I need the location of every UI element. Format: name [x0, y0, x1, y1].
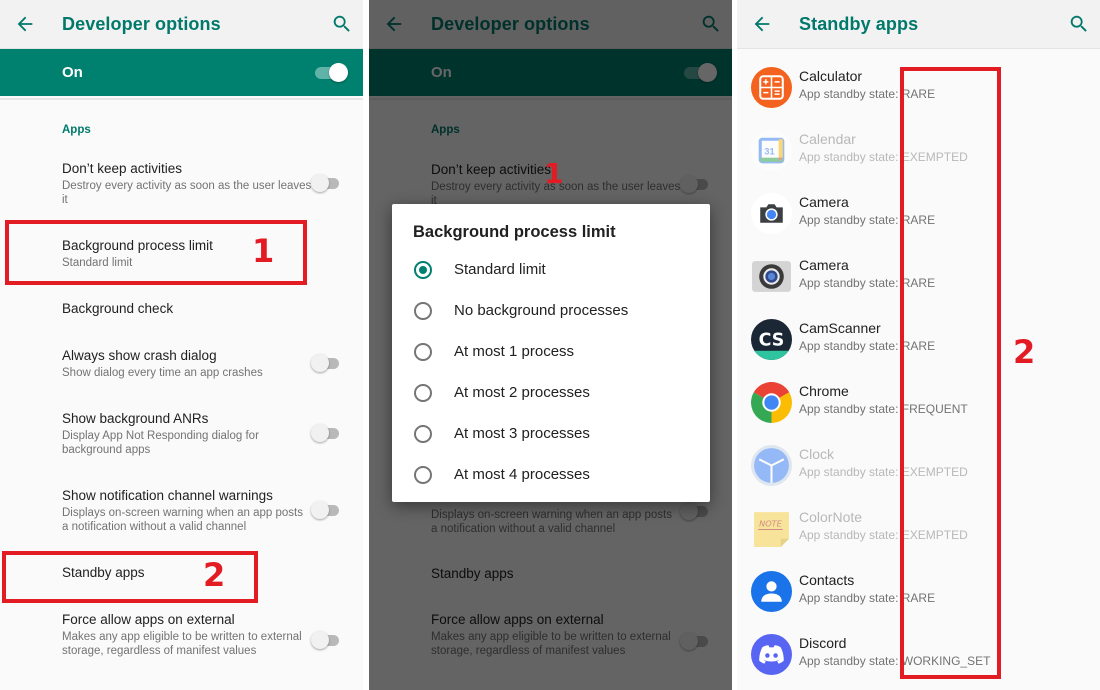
option-at-most-2[interactable]: At most 2 processes [392, 373, 710, 413]
page-title: Developer options [62, 14, 221, 34]
camscanner-icon: CS [751, 319, 792, 360]
annotation-number-1: 1 [252, 232, 275, 270]
annotation-number-2: 2 [203, 556, 226, 594]
divider [0, 98, 363, 100]
app-name: Camera [799, 257, 849, 273]
contacts-icon [751, 571, 792, 612]
pref-force-allow-external[interactable]: Force allow apps on external Makes any a… [62, 611, 312, 658]
option-standard-limit[interactable]: Standard limit [392, 250, 710, 290]
master-switch-bar[interactable]: On [0, 49, 363, 96]
svg-text:CS: CS [759, 331, 785, 351]
background-anrs-toggle[interactable] [311, 423, 341, 443]
pref-dont-keep-activities[interactable]: Don’t keep activities Destroy every acti… [62, 160, 312, 207]
pref-notification-channel-warnings[interactable]: Show notification channel warnings Displ… [62, 487, 312, 534]
app-name: Clock [799, 446, 835, 462]
master-switch-thumb[interactable] [329, 63, 348, 82]
page-title: Standby apps [799, 14, 919, 34]
developer-options-screen: Developer options On Apps Don’t keep act… [0, 0, 363, 690]
radio-unselected[interactable] [414, 302, 432, 320]
search-icon[interactable] [1068, 13, 1090, 35]
app-name: Chrome [799, 383, 849, 399]
background-process-limit-dialog: Background process limit Standard limit … [392, 204, 710, 502]
master-switch-label: On [62, 64, 83, 81]
option-label: At most 3 processes [454, 425, 590, 442]
pref-summary: Show dialog every time an app crashes [62, 367, 263, 379]
pref-summary: Destroy every activity as soon as the us… [62, 180, 312, 206]
app-name: Discord [799, 635, 847, 651]
app-name: ColorNote [799, 509, 863, 525]
app-name: Camera [799, 194, 849, 210]
app-bar: Standby apps [737, 0, 1100, 49]
back-arrow-icon[interactable] [751, 13, 773, 35]
option-no-background-processes[interactable]: No background processes [392, 291, 710, 331]
camera-icon [751, 193, 792, 234]
option-label: At most 1 process [454, 343, 575, 360]
app-name: Calendar [799, 131, 856, 147]
annotation-number-1: 1 [544, 157, 564, 190]
annotation-number-2: 2 [1013, 333, 1036, 371]
search-icon[interactable] [331, 13, 353, 35]
dont-keep-activities-toggle[interactable] [311, 173, 341, 193]
radio-selected[interactable] [414, 261, 432, 279]
pref-title: Force allow apps on external [62, 612, 235, 627]
radio-unselected[interactable] [414, 425, 432, 443]
pref-title: Show notification channel warnings [62, 488, 273, 503]
app-name: Contacts [799, 572, 855, 588]
background-process-limit-dialog-screen: Developer options On Apps Don’t keep act… [369, 0, 732, 690]
app-bar: Developer options [0, 0, 363, 49]
annotation-box-2 [900, 67, 1001, 679]
section-header-apps: Apps [62, 124, 91, 136]
app-name: CamScanner [799, 320, 881, 336]
radio-unselected[interactable] [414, 466, 432, 484]
svg-text:31: 31 [764, 147, 774, 157]
standby-apps-screen: Standby apps Calculator App standby stat… [737, 0, 1100, 690]
notification-warnings-toggle[interactable] [311, 500, 341, 520]
calendar-icon: 31 [751, 130, 792, 171]
crash-dialog-toggle[interactable] [311, 353, 341, 373]
pref-summary: Display App Not Responding dialog for ba… [62, 430, 259, 456]
option-at-most-3[interactable]: At most 3 processes [392, 414, 710, 454]
calculator-icon [751, 67, 792, 108]
pref-show-background-anrs[interactable]: Show background ANRs Display App Not Res… [62, 410, 312, 457]
clock-icon [751, 445, 792, 486]
pref-summary: Displays on-screen warning when an app p… [62, 507, 303, 533]
pref-title: Background check [62, 301, 174, 316]
pref-background-check[interactable]: Background check [62, 300, 312, 317]
back-arrow-icon[interactable] [14, 13, 36, 35]
force-external-toggle[interactable] [311, 630, 341, 650]
chrome-icon [751, 382, 792, 423]
radio-unselected[interactable] [414, 384, 432, 402]
app-name: Calculator [799, 68, 863, 84]
pref-title: Always show crash dialog [62, 348, 217, 363]
option-label: At most 4 processes [454, 466, 590, 483]
svg-text:NOTE: NOTE [759, 518, 783, 528]
colornote-icon: NOTE [754, 512, 789, 547]
pref-title: Show background ANRs [62, 411, 209, 426]
radio-unselected[interactable] [414, 343, 432, 361]
option-label: Standard limit [454, 261, 546, 278]
legacy-camera-icon [752, 261, 791, 292]
option-at-most-1[interactable]: At most 1 process [392, 332, 710, 372]
dialog-title: Background process limit [413, 223, 616, 241]
option-at-most-4[interactable]: At most 4 processes [392, 455, 710, 495]
discord-icon [751, 634, 792, 675]
option-label: No background processes [454, 302, 629, 319]
pref-summary: Makes any app eligible to be written to … [62, 631, 302, 657]
pref-title: Don’t keep activities [62, 161, 183, 176]
pref-always-show-crash-dialog[interactable]: Always show crash dialog Show dialog eve… [62, 347, 312, 380]
option-label: At most 2 processes [454, 384, 590, 401]
